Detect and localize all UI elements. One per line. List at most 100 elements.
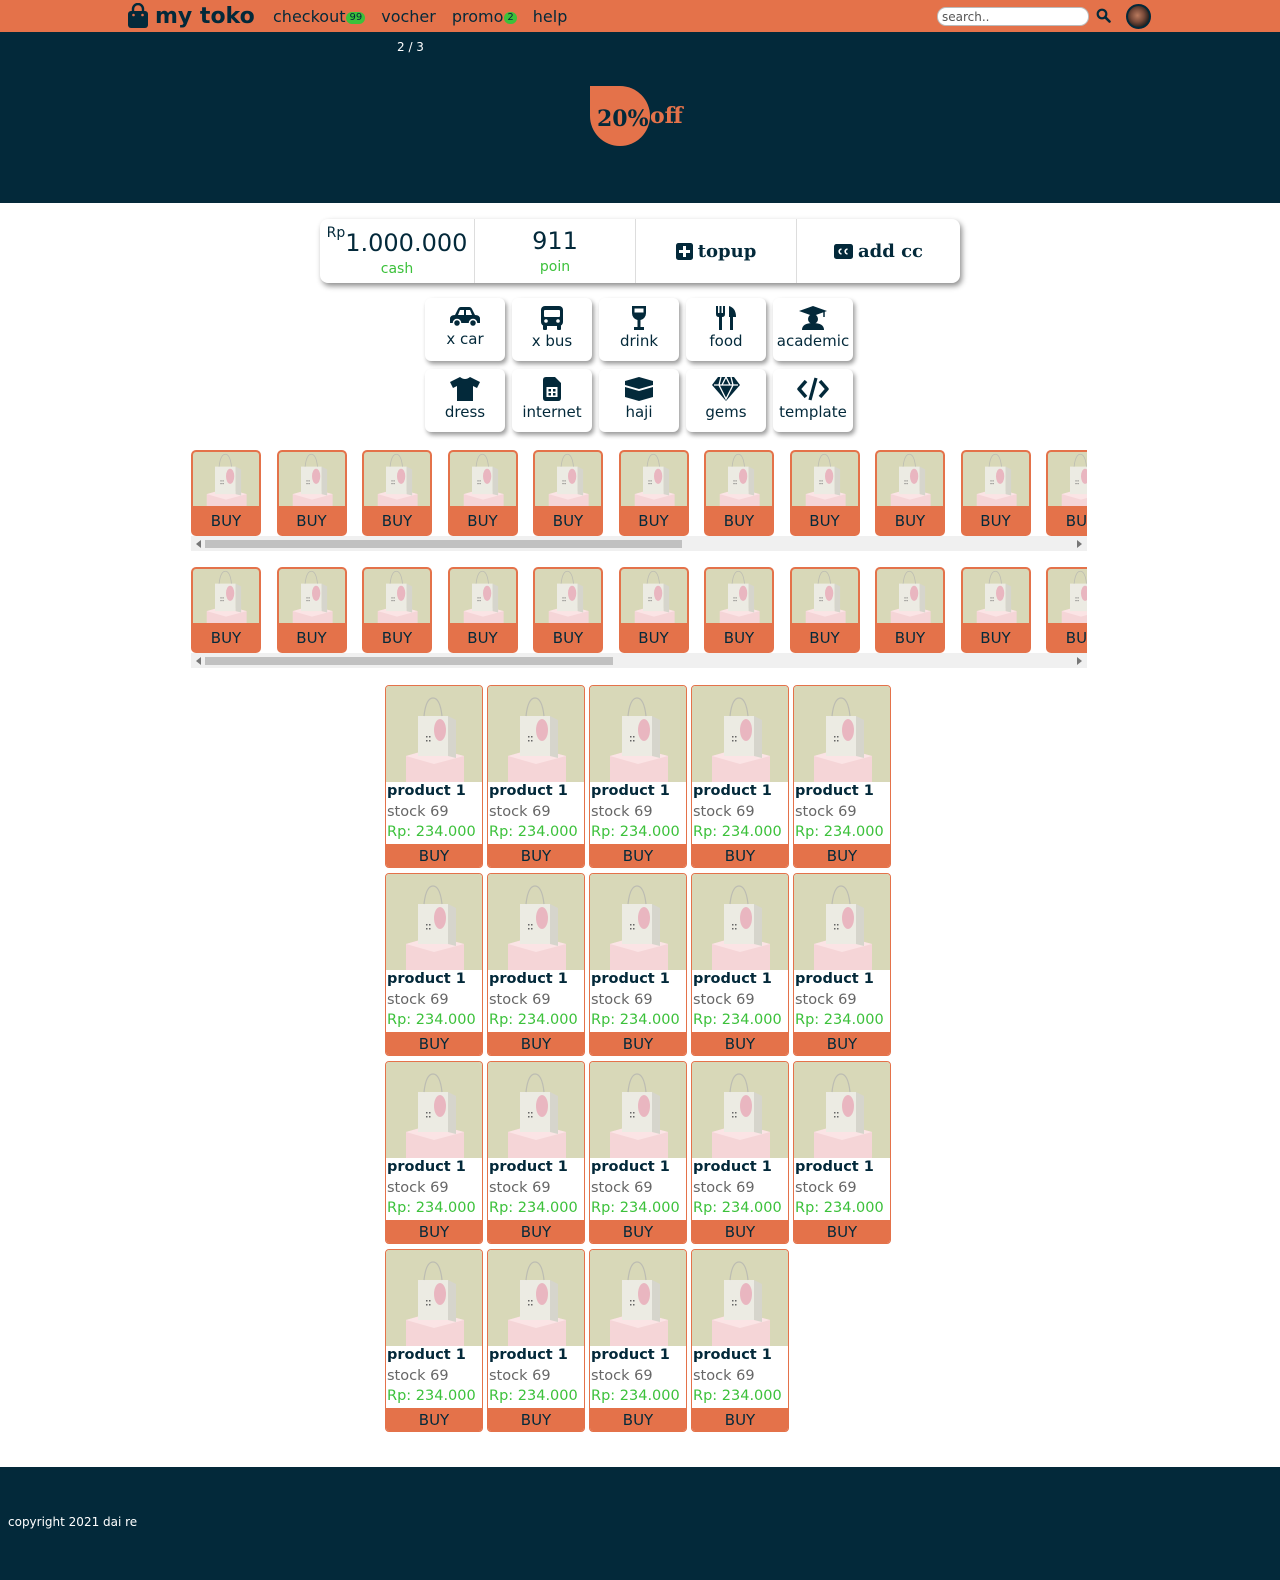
- buy-button[interactable]: BUY: [488, 844, 584, 867]
- product-card[interactable]: product 1 stock 69 Rp: 234.000 BUY: [385, 1061, 483, 1244]
- category-x-car[interactable]: x car: [425, 298, 505, 361]
- category-dress[interactable]: dress: [425, 369, 505, 432]
- buy-button[interactable]: BUY: [692, 1408, 788, 1431]
- buy-button[interactable]: BUY: [692, 1220, 788, 1243]
- category-gems[interactable]: gems: [686, 369, 766, 432]
- mini-buy-button[interactable]: BUY: [963, 508, 1029, 534]
- mini-buy-button[interactable]: BUY: [1048, 625, 1087, 651]
- nav-link-promo[interactable]: promo 2: [452, 7, 517, 26]
- mini-product-card[interactable]: BUY: [789, 450, 860, 536]
- search-input[interactable]: [937, 7, 1089, 26]
- buy-button[interactable]: BUY: [794, 1032, 890, 1055]
- mini-product-card[interactable]: BUY: [447, 450, 518, 536]
- horizontal-scrollbar[interactable]: [191, 653, 1087, 668]
- category-academic[interactable]: academic: [773, 298, 853, 361]
- mini-buy-button[interactable]: BUY: [364, 508, 430, 534]
- buy-button[interactable]: BUY: [692, 844, 788, 867]
- mini-product-card[interactable]: BUY: [618, 450, 689, 536]
- product-card[interactable]: product 1 stock 69 Rp: 234.000 BUY: [589, 685, 687, 868]
- scroll-thumb[interactable]: [205, 657, 613, 665]
- nav-link-vocher[interactable]: vocher: [381, 7, 436, 26]
- scroll-left-arrow-icon[interactable]: [196, 657, 201, 665]
- mini-product-card[interactable]: BUY: [362, 567, 432, 653]
- buy-button[interactable]: BUY: [386, 1408, 482, 1431]
- scroll-right-arrow-icon[interactable]: [1077, 657, 1082, 665]
- product-card[interactable]: product 1 stock 69 Rp: 234.000 BUY: [487, 1061, 585, 1244]
- mini-buy-button[interactable]: BUY: [792, 625, 858, 651]
- add-cc-button[interactable]: add cc: [797, 219, 960, 283]
- horizontal-scrollbar[interactable]: [191, 536, 1087, 551]
- product-card[interactable]: product 1 stock 69 Rp: 234.000 BUY: [793, 1061, 891, 1244]
- product-card[interactable]: product 1 stock 69 Rp: 234.000 BUY: [385, 685, 483, 868]
- buy-button[interactable]: BUY: [386, 1220, 482, 1243]
- mini-buy-button[interactable]: BUY: [877, 508, 943, 534]
- mini-product-card[interactable]: BUY: [533, 450, 603, 536]
- mini-product-card[interactable]: BUY: [875, 450, 945, 536]
- buy-button[interactable]: BUY: [488, 1220, 584, 1243]
- mini-product-card[interactable]: BUY: [447, 567, 518, 653]
- product-card[interactable]: product 1 stock 69 Rp: 234.000 BUY: [793, 685, 891, 868]
- product-card[interactable]: product 1 stock 69 Rp: 234.000 BUY: [385, 873, 483, 1056]
- mini-product-card[interactable]: BUY: [704, 450, 774, 536]
- mini-product-card[interactable]: BUY: [191, 450, 261, 536]
- mini-buy-button[interactable]: BUY: [706, 508, 772, 534]
- mini-product-card[interactable]: BUY: [191, 567, 261, 653]
- product-card[interactable]: product 1 stock 69 Rp: 234.000 BUY: [487, 873, 585, 1056]
- mini-buy-button[interactable]: BUY: [877, 625, 943, 651]
- product-card[interactable]: product 1 stock 69 Rp: 234.000 BUY: [691, 1061, 789, 1244]
- scroll-thumb[interactable]: [205, 540, 683, 548]
- mini-buy-button[interactable]: BUY: [792, 508, 858, 534]
- avatar[interactable]: [1126, 4, 1151, 29]
- product-card[interactable]: product 1 stock 69 Rp: 234.000 BUY: [487, 685, 585, 868]
- product-card[interactable]: product 1 stock 69 Rp: 234.000 BUY: [487, 1249, 585, 1432]
- mini-buy-button[interactable]: BUY: [535, 508, 601, 534]
- product-card[interactable]: product 1 stock 69 Rp: 234.000 BUY: [385, 1249, 483, 1432]
- brand-logo[interactable]: my toko: [127, 2, 255, 30]
- search-icon[interactable]: [1096, 8, 1111, 23]
- mini-product-card[interactable]: BUY: [875, 567, 945, 653]
- buy-button[interactable]: BUY: [488, 1408, 584, 1431]
- mini-buy-button[interactable]: BUY: [535, 625, 601, 651]
- mini-product-card[interactable]: BUY: [1046, 567, 1087, 653]
- buy-button[interactable]: BUY: [590, 1408, 686, 1431]
- promo-banner[interactable]: 2 / 3 20% off: [0, 32, 1280, 203]
- buy-button[interactable]: BUY: [386, 844, 482, 867]
- mini-buy-button[interactable]: BUY: [364, 625, 430, 651]
- mini-product-card[interactable]: BUY: [276, 450, 347, 536]
- buy-button[interactable]: BUY: [794, 1220, 890, 1243]
- buy-button[interactable]: BUY: [590, 844, 686, 867]
- mini-buy-button[interactable]: BUY: [450, 508, 516, 534]
- nav-link-checkout[interactable]: checkout 99: [273, 7, 366, 26]
- mini-product-card[interactable]: BUY: [362, 450, 432, 536]
- mini-buy-button[interactable]: BUY: [193, 508, 259, 534]
- buy-button[interactable]: BUY: [386, 1032, 482, 1055]
- buy-button[interactable]: BUY: [590, 1032, 686, 1055]
- mini-product-card[interactable]: BUY: [1046, 450, 1087, 536]
- mini-buy-button[interactable]: BUY: [963, 625, 1029, 651]
- product-card[interactable]: product 1 stock 69 Rp: 234.000 BUY: [691, 685, 789, 868]
- mini-product-card[interactable]: BUY: [704, 567, 774, 653]
- product-card[interactable]: product 1 stock 69 Rp: 234.000 BUY: [589, 873, 687, 1056]
- product-card[interactable]: product 1 stock 69 Rp: 234.000 BUY: [691, 873, 789, 1056]
- product-card[interactable]: product 1 stock 69 Rp: 234.000 BUY: [793, 873, 891, 1056]
- mini-buy-button[interactable]: BUY: [706, 625, 772, 651]
- mini-buy-button[interactable]: BUY: [621, 508, 687, 534]
- nav-link-help[interactable]: help: [533, 7, 568, 26]
- category-haji[interactable]: haji: [599, 369, 679, 432]
- mini-buy-button[interactable]: BUY: [621, 625, 687, 651]
- topup-button[interactable]: topup: [636, 219, 797, 283]
- mini-buy-button[interactable]: BUY: [450, 625, 516, 651]
- mini-product-card[interactable]: BUY: [960, 567, 1031, 653]
- buy-button[interactable]: BUY: [794, 844, 890, 867]
- mini-product-card[interactable]: BUY: [276, 567, 347, 653]
- mini-product-card[interactable]: BUY: [533, 567, 603, 653]
- buy-button[interactable]: BUY: [692, 1032, 788, 1055]
- product-card[interactable]: product 1 stock 69 Rp: 234.000 BUY: [589, 1249, 687, 1432]
- mini-buy-button[interactable]: BUY: [279, 508, 345, 534]
- category-food[interactable]: food: [686, 298, 766, 361]
- category-template[interactable]: template: [773, 369, 853, 432]
- buy-button[interactable]: BUY: [590, 1220, 686, 1243]
- mini-buy-button[interactable]: BUY: [279, 625, 345, 651]
- category-internet[interactable]: internet: [512, 369, 592, 432]
- category-x-bus[interactable]: x bus: [512, 298, 592, 361]
